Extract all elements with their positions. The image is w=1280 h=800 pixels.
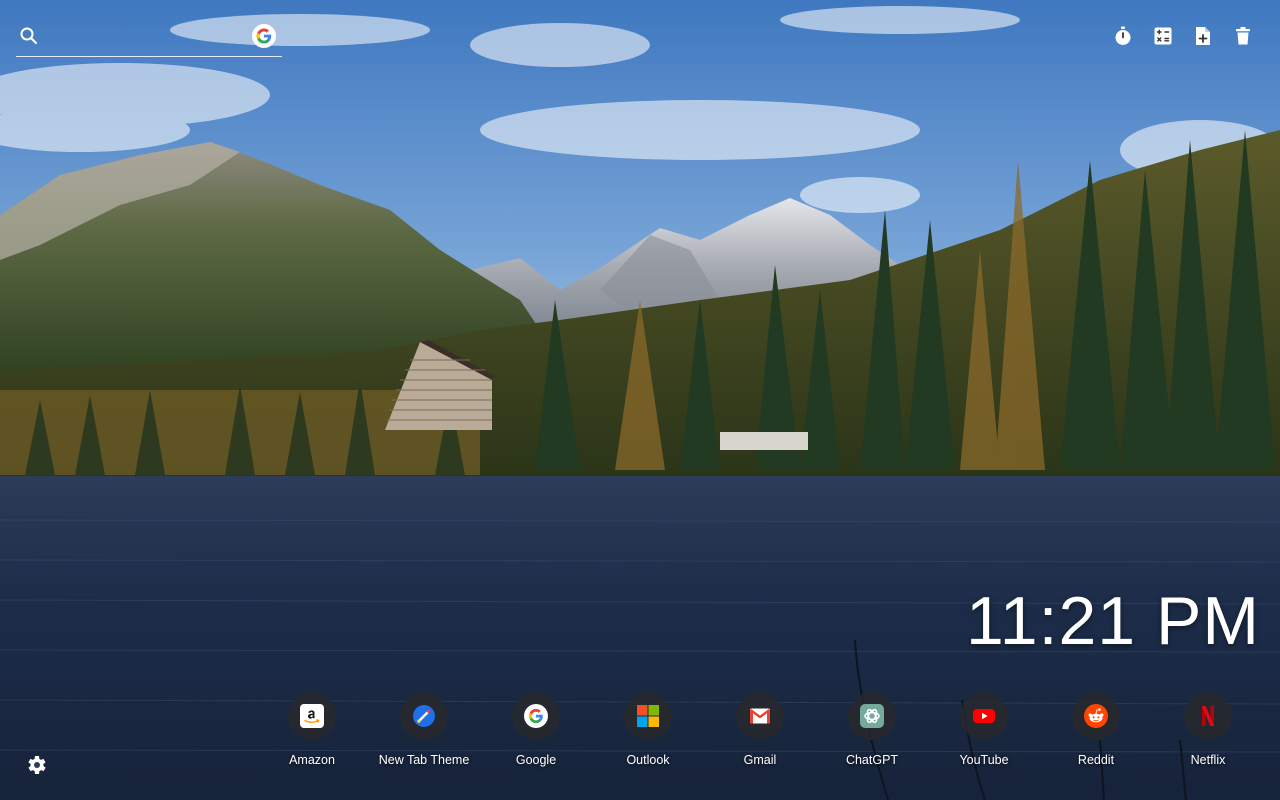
shortcut-label: Reddit bbox=[1077, 753, 1115, 767]
new-tab-theme-icon bbox=[400, 692, 448, 740]
search-input[interactable] bbox=[46, 25, 250, 51]
shortcut-label: ChatGPT bbox=[845, 753, 899, 767]
calculator-icon[interactable] bbox=[1152, 25, 1174, 47]
gear-icon[interactable] bbox=[24, 753, 48, 777]
youtube-icon bbox=[960, 692, 1008, 740]
shortcut-amazon[interactable]: Amazon bbox=[256, 692, 368, 767]
netflix-icon bbox=[1184, 692, 1232, 740]
shortcut-label: Amazon bbox=[289, 753, 335, 767]
shortcut-outlook[interactable]: Outlook bbox=[592, 692, 704, 767]
gmail-icon bbox=[736, 692, 784, 740]
shortcut-gmail[interactable]: Gmail bbox=[704, 692, 816, 767]
shortcut-label: Netflix bbox=[1190, 753, 1226, 767]
shortcut-chatgpt[interactable]: ChatGPT bbox=[816, 692, 928, 767]
timer-icon[interactable] bbox=[1112, 25, 1134, 47]
microsoft-icon bbox=[624, 692, 672, 740]
shortcut-reddit[interactable]: Reddit bbox=[1040, 692, 1152, 767]
add-note-icon[interactable] bbox=[1192, 25, 1214, 47]
shortcut-new-tab-theme[interactable]: New Tab Theme bbox=[368, 692, 480, 767]
google-icon bbox=[512, 692, 560, 740]
shortcut-label: Google bbox=[515, 753, 557, 767]
clock-display: 11:21 PM bbox=[965, 583, 1260, 659]
top-toolbar bbox=[1112, 25, 1254, 47]
shortcut-label: Outlook bbox=[626, 753, 670, 767]
search-bar bbox=[16, 22, 282, 57]
shortcut-label: New Tab Theme bbox=[378, 753, 470, 767]
background-wallpaper bbox=[0, 0, 1280, 800]
trash-icon[interactable] bbox=[1232, 25, 1254, 47]
google-icon[interactable] bbox=[252, 24, 276, 48]
shortcut-dock: Amazon New Tab Theme Google Outlook Gmai… bbox=[256, 692, 1264, 767]
shortcut-youtube[interactable]: YouTube bbox=[928, 692, 1040, 767]
shortcut-label: Gmail bbox=[743, 753, 777, 767]
reddit-icon bbox=[1072, 692, 1120, 740]
shortcut-netflix[interactable]: Netflix bbox=[1152, 692, 1264, 767]
search-icon[interactable] bbox=[19, 26, 39, 46]
amazon-icon bbox=[288, 692, 336, 740]
chatgpt-icon bbox=[848, 692, 896, 740]
shortcut-label: YouTube bbox=[959, 753, 1009, 767]
shortcut-google[interactable]: Google bbox=[480, 692, 592, 767]
